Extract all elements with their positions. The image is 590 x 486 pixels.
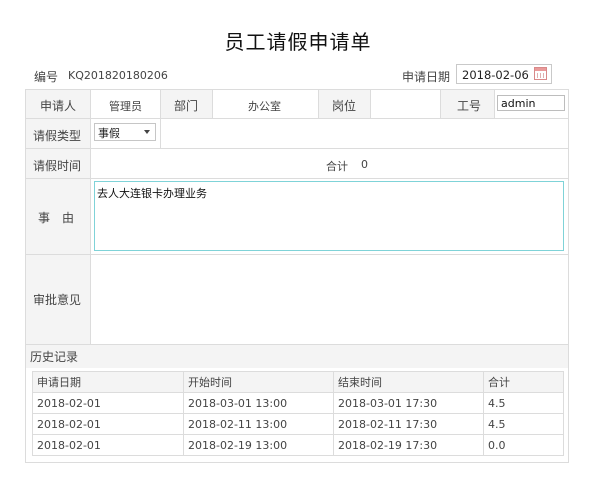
calendar-icon[interactable] (534, 67, 547, 80)
page-title: 员工请假申请单 (224, 30, 372, 54)
table-cell: 4.5 (483, 392, 564, 414)
table-cell: 0.0 (483, 434, 564, 456)
apply-date-value: 2018-02-06 (462, 68, 529, 82)
table-cell: 2018-02-11 17:30 (333, 413, 484, 435)
leave-type-value: 事假 (98, 127, 120, 140)
dept-value: 办公室 (248, 100, 281, 113)
table-cell: 2018-02-11 13:00 (183, 413, 334, 435)
table-header-row: 申请日期 开始时间 结束时间 合计 (32, 371, 564, 393)
total-label: 合计 (326, 160, 348, 173)
table-row[interactable]: 2018-02-01 2018-03-01 13:00 2018-03-01 1… (32, 392, 564, 414)
table-cell: 4.5 (483, 413, 564, 435)
column-header: 申请日期 (32, 371, 184, 393)
approval-label: 审批意见 (33, 293, 82, 307)
leave-type-select[interactable]: 事假 (94, 123, 156, 141)
employee-id-label: 工号 (457, 99, 482, 113)
employee-id-input[interactable]: admin (497, 95, 565, 111)
approval-area[interactable] (94, 260, 564, 338)
table-cell: 2018-02-19 13:00 (183, 434, 334, 456)
column-header: 结束时间 (333, 371, 484, 393)
column-header: 开始时间 (183, 371, 334, 393)
apply-date-label: 申请日期 (402, 70, 451, 84)
table-row[interactable]: 2018-02-01 2018-02-19 13:00 2018-02-19 1… (32, 434, 564, 456)
table-cell: 2018-03-01 17:30 (333, 392, 484, 414)
apply-date-field[interactable]: 2018-02-06 (456, 64, 552, 84)
table-cell: 2018-03-01 13:00 (183, 392, 334, 414)
leave-form: 申请人 管理员 部门 办公室 岗位 工号 admin 请假类型 事假 请假时间 … (25, 89, 569, 463)
number-label: 编号 (34, 70, 59, 84)
table-cell: 2018-02-01 (32, 413, 184, 435)
leave-time-label: 请假时间 (33, 159, 82, 173)
history-table: 申请日期 开始时间 结束时间 合计 2018-02-01 2018-03-01 … (32, 371, 564, 456)
total-value: 0 (361, 158, 368, 171)
leave-type-label: 请假类型 (33, 129, 82, 143)
table-cell: 2018-02-01 (32, 392, 184, 414)
table-row[interactable]: 2018-02-01 2018-02-11 13:00 2018-02-11 1… (32, 413, 564, 435)
applicant-value: 管理员 (109, 100, 142, 113)
column-header: 合计 (483, 371, 564, 393)
table-cell: 2018-02-19 17:30 (333, 434, 484, 456)
reason-label: 事 由 (38, 211, 75, 225)
table-cell: 2018-02-01 (32, 434, 184, 456)
history-title: 历史记录 (30, 350, 79, 364)
dept-label: 部门 (174, 99, 199, 113)
reason-textarea[interactable]: 去人大连银卡办理业务 (94, 181, 564, 251)
applicant-label: 申请人 (40, 99, 77, 113)
number-value: KQ201820180206 (68, 69, 168, 82)
chevron-down-icon (144, 130, 150, 134)
position-label: 岗位 (332, 99, 357, 113)
